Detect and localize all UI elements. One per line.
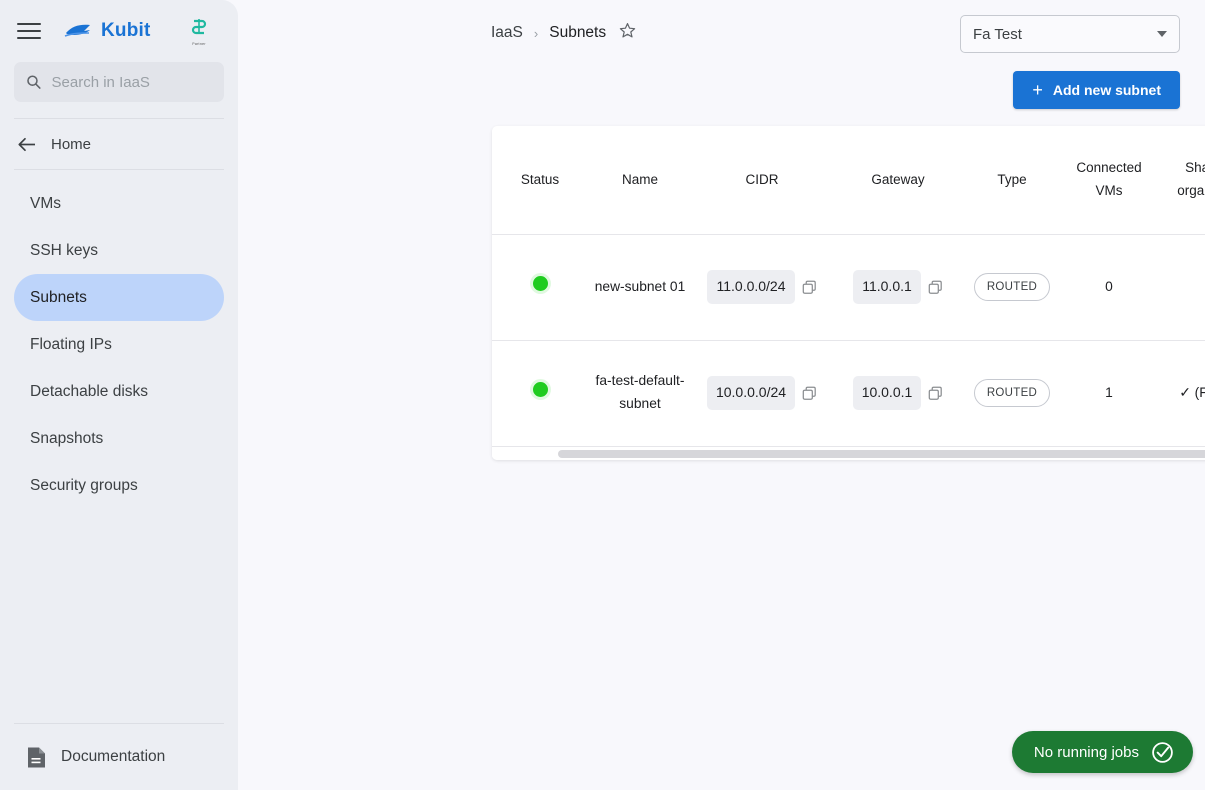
type-badge: ROUTED (973, 378, 1051, 408)
status-indicator-icon (532, 381, 548, 397)
sidebar-item-home-label: Home (51, 135, 92, 153)
sidebar: Kubit Partner Search in IaaS Home VMs SS… (0, 0, 238, 790)
brand-logo[interactable]: Kubit (64, 20, 151, 42)
copy-icon[interactable] (928, 280, 943, 295)
column-header-shared-in-organization: Shared in organization (1158, 126, 1205, 235)
column-header-gateway: Gateway (832, 126, 964, 235)
boat-logo-icon (64, 24, 90, 37)
cell-status (492, 234, 588, 341)
cell-name: new-subnet 01 (588, 234, 692, 341)
breadcrumb: IaaS › Subnets (491, 22, 636, 44)
sidebar-header: Kubit Partner (0, 0, 238, 62)
sidebar-item-security-groups[interactable]: Security groups (14, 462, 224, 509)
breadcrumb-current[interactable]: Subnets (549, 24, 606, 42)
running-jobs-label: No running jobs (1033, 743, 1139, 761)
project-select-value: Fa Test (973, 25, 1022, 43)
subnets-table-card: Status Name CIDR Gateway Type Connected … (492, 126, 1205, 460)
column-header-cidr: CIDR (692, 126, 832, 235)
cell-shared-in-organization: ✓ (Fa Test) (1158, 340, 1205, 447)
check-circle-icon (1152, 741, 1173, 763)
plus-icon: + (1032, 80, 1043, 100)
sidebar-item-detachable-disks[interactable]: Detachable disks (14, 368, 224, 415)
cidr-value: 10.0.0.0/24 (706, 376, 796, 410)
cell-shared-in-organization: ✗ (1158, 234, 1205, 341)
sidebar-item-snapshots[interactable]: Snapshots (14, 415, 224, 462)
cell-gateway: 10.0.0.1 (832, 340, 964, 447)
column-header-status: Status (492, 126, 588, 235)
sidebar-item-documentation-label: Documentation (61, 748, 166, 765)
partner-logo: Partner (182, 16, 216, 46)
gateway-value: 11.0.0.1 (853, 270, 921, 304)
sidebar-item-ssh-keys[interactable]: SSH keys (14, 227, 224, 274)
document-icon (28, 747, 45, 767)
table-row: fa-test-default-subnet 10.0.0.0/24 10.0.… (492, 340, 1205, 447)
cell-gateway: 11.0.0.1 (832, 234, 964, 341)
sidebar-item-detachable-disks-label: Detachable disks (30, 382, 149, 400)
breadcrumb-root[interactable]: IaaS (491, 24, 523, 42)
search-container (0, 62, 238, 102)
copy-icon[interactable] (802, 280, 817, 295)
hamburger-menu-icon[interactable] (14, 16, 44, 46)
cell-cidr: 11.0.0.0/24 (692, 234, 832, 341)
table-header-row: Status Name CIDR Gateway Type Connected … (492, 126, 1205, 235)
brand-name: Kubit (101, 20, 151, 41)
type-badge: ROUTED (973, 272, 1051, 302)
sidebar-item-documentation[interactable]: Documentation (0, 724, 238, 790)
table-horizontal-scrollbar[interactable] (492, 446, 1205, 460)
column-header-connected-vms: Connected VMs (1060, 126, 1158, 235)
sidebar-item-vms-label: VMs (30, 194, 61, 212)
sidebar-item-floating-ips[interactable]: Floating IPs (14, 321, 224, 368)
app-root: Kubit Partner Search in IaaS Home VMs SS… (0, 0, 1205, 790)
sidebar-item-ssh-keys-label: SSH keys (30, 241, 99, 259)
status-indicator-icon (532, 275, 548, 291)
partner-mark-icon (191, 19, 207, 35)
cidr-value: 11.0.0.0/24 (707, 270, 795, 304)
sidebar-item-subnets[interactable]: Subnets (14, 274, 224, 321)
sidebar-item-security-groups-label: Security groups (30, 476, 138, 494)
subnets-table: Status Name CIDR Gateway Type Connected … (492, 126, 1205, 447)
cell-status (492, 340, 588, 447)
table-header: Status Name CIDR Gateway Type Connected … (492, 126, 1205, 235)
cell-type: ROUTED (964, 234, 1060, 341)
cell-connected-vms: 1 (1060, 340, 1158, 447)
sidebar-item-home[interactable]: Home (0, 119, 238, 169)
running-jobs-status-badge[interactable]: No running jobs (1011, 731, 1193, 773)
add-new-subnet-label: Add new subnet (1052, 82, 1161, 98)
sidebar-item-snapshots-label: Snapshots (30, 429, 104, 447)
cell-name: fa-test-default-subnet (588, 340, 692, 447)
copy-icon[interactable] (802, 386, 817, 401)
cell-type: ROUTED (964, 340, 1060, 447)
scrollbar-thumb[interactable] (558, 449, 1205, 458)
arrow-left-icon (18, 137, 35, 151)
sidebar-item-vms[interactable]: VMs (14, 180, 224, 227)
sidebar-nav: VMs SSH keys Subnets Floating IPs Detach… (0, 170, 238, 509)
column-header-name: Name (588, 126, 692, 235)
sidebar-item-subnets-label: Subnets (30, 288, 87, 306)
table-row: new-subnet 01 11.0.0.0/24 11.0.0.1 ROUTE… (492, 234, 1205, 341)
chevron-down-icon (1157, 31, 1167, 37)
add-new-subnet-button[interactable]: + Add new subnet (1013, 71, 1180, 109)
project-select[interactable]: Fa Test (960, 15, 1180, 53)
sidebar-footer: Documentation (0, 723, 238, 790)
main-content: IaaS › Subnets Fa Test + Add new subnet (238, 0, 1205, 790)
table-body: new-subnet 01 11.0.0.0/24 11.0.0.1 ROUTE… (492, 234, 1205, 447)
gateway-value: 10.0.0.1 (852, 376, 922, 410)
sidebar-item-floating-ips-label: Floating IPs (30, 335, 112, 353)
search-icon (27, 75, 41, 89)
copy-icon[interactable] (928, 386, 943, 401)
cell-cidr: 10.0.0.0/24 (692, 340, 832, 447)
search-box[interactable] (14, 62, 224, 102)
breadcrumb-separator-icon: › (533, 25, 539, 41)
column-header-type: Type (964, 126, 1060, 235)
cell-connected-vms: 0 (1060, 234, 1158, 341)
search-input[interactable] (51, 73, 212, 91)
partner-caption: Partner (192, 42, 206, 46)
favorite-star-icon[interactable] (619, 22, 636, 44)
